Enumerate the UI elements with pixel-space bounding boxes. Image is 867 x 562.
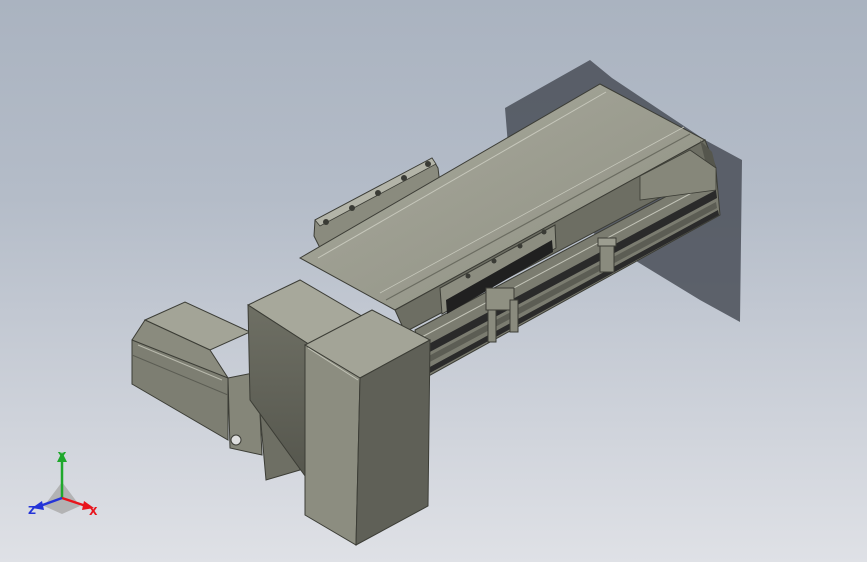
linear-actuator-model[interactable] bbox=[0, 0, 867, 562]
x-axis-label: X bbox=[89, 505, 98, 518]
z-axis-label: Z bbox=[28, 504, 36, 517]
y-axis-label: Y bbox=[58, 450, 66, 463]
limit-sensor-right bbox=[597, 237, 617, 273]
graphics-viewport[interactable]: Y X Z bbox=[0, 0, 867, 562]
